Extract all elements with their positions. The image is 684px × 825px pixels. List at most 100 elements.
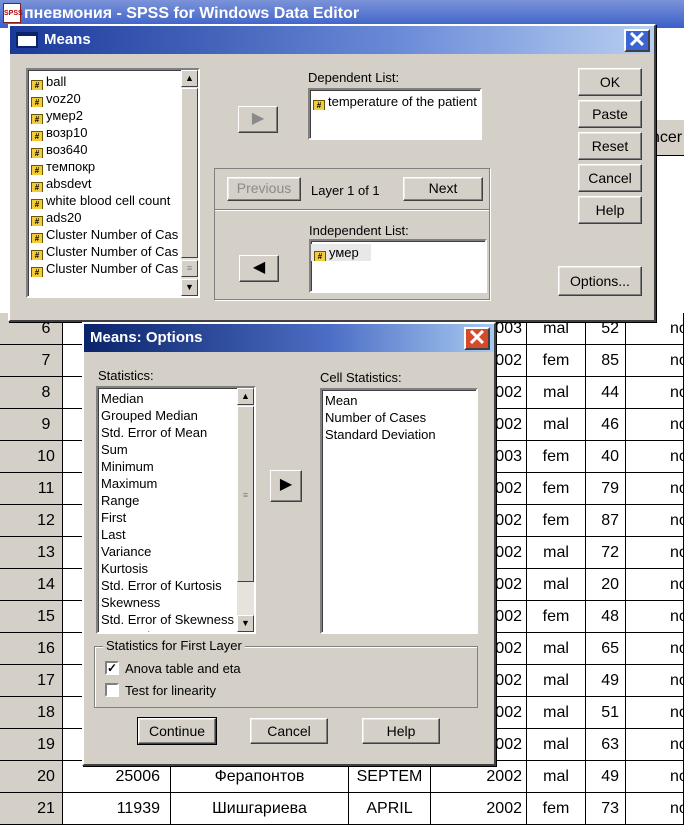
row-number[interactable]: 21 [0,793,63,824]
ok-button[interactable]: OK [578,68,642,96]
dependent-item[interactable]: # temperature of the patient [310,93,480,110]
scroll-grip-icon[interactable]: ≡ [181,260,198,277]
table-cell[interactable]: mal [527,569,586,600]
statistic-item[interactable]: Std. Error of Kurtosis [98,577,237,594]
table-cell[interactable]: 49 [586,665,626,696]
variable-item[interactable]: # absdevt [28,175,181,192]
row-number[interactable]: 15 [0,601,63,632]
table-cell[interactable]: APRIL [349,793,431,824]
variable-item[interactable]: # темпокр [28,158,181,175]
help-button[interactable]: Help [578,196,642,224]
statistic-item[interactable]: Sum [98,441,237,458]
options-cancel-button[interactable]: Cancel [250,718,328,744]
table-cell[interactable]: mal [527,409,586,440]
row-number[interactable]: 19 [0,729,63,760]
table-cell[interactable]: 20 [586,569,626,600]
statistic-item[interactable]: First [98,509,237,526]
statistic-item[interactable]: Range [98,492,237,509]
row-number[interactable]: 12 [0,505,63,536]
statistic-item[interactable]: Maximum [98,475,237,492]
cell-statistics-list[interactable]: Mean Number of Cases Standard Deviation [320,388,478,634]
table-cell[interactable]: fem [527,473,586,504]
cell-statistic-item[interactable]: Number of Cases [322,409,476,426]
variable-item[interactable]: # воз640 [28,141,181,158]
table-cell[interactable]: no [626,409,684,440]
move-to-cell-statistics-button[interactable]: ▶ [270,470,302,502]
table-cell[interactable]: mal [527,377,586,408]
variable-item[interactable]: # voz20 [28,90,181,107]
independent-list[interactable]: # умер [309,239,487,293]
variable-item[interactable]: # ball [28,73,181,90]
table-cell[interactable]: mal [527,665,586,696]
statistic-item[interactable]: Last [98,526,237,543]
table-cell[interactable]: mal [527,537,586,568]
anova-checkbox[interactable]: ✓ [105,661,119,675]
table-cell[interactable]: fem [527,601,586,632]
statistic-item[interactable]: Variance [98,543,237,560]
table-cell[interactable]: no [626,473,684,504]
table-cell[interactable]: no [626,505,684,536]
continue-button[interactable]: Continue [137,717,217,745]
table-cell[interactable]: 85 [586,345,626,376]
table-cell[interactable]: no [626,729,684,760]
table-cell[interactable]: mal [527,729,586,760]
statistic-item[interactable]: Kurtosis [98,560,237,577]
scroll-up-icon[interactable]: ▲ [181,70,198,87]
scroll-thumb[interactable] [181,88,198,258]
table-cell[interactable]: 46 [586,409,626,440]
next-button[interactable]: Next [403,177,483,201]
table-cell[interactable]: mal [527,633,586,664]
table-cell[interactable]: 79 [586,473,626,504]
statistic-item[interactable]: Harmonic Mean [98,628,237,632]
variable-item[interactable]: # white blood cell count [28,192,181,209]
table-cell[interactable]: 48 [586,601,626,632]
statistics-list-scrollbar[interactable]: ▲ ≡ ▼ [237,388,254,632]
paste-button[interactable]: Paste [578,100,642,128]
table-cell[interactable]: no [626,441,684,472]
table-cell[interactable]: 51 [586,697,626,728]
variable-item[interactable]: # Cluster Number of Cas [28,260,181,277]
table-cell[interactable]: no [626,345,684,376]
row-number[interactable]: 16 [0,633,63,664]
row-number[interactable]: 9 [0,409,63,440]
scroll-grip-icon[interactable]: ≡ [237,406,254,582]
table-cell[interactable]: no [626,537,684,568]
statistic-item[interactable]: Skewness [98,594,237,611]
table-cell[interactable]: 87 [586,505,626,536]
options-help-button[interactable]: Help [362,718,440,744]
row-number[interactable]: 17 [0,665,63,696]
move-to-dependent-button[interactable]: ▶ [238,106,278,133]
table-cell[interactable]: 73 [586,793,626,824]
table-cell[interactable]: mal [527,761,586,792]
table-cell[interactable]: 65 [586,633,626,664]
table-cell[interactable]: no [626,601,684,632]
cell-statistic-item[interactable]: Standard Deviation [322,426,476,443]
table-cell[interactable]: no [626,761,684,792]
independent-item[interactable]: # умер [311,244,371,261]
variable-item[interactable]: # Cluster Number of Cas [28,226,181,243]
row-number[interactable]: 11 [0,473,63,504]
table-cell[interactable]: no [626,633,684,664]
table-cell[interactable]: mal [527,697,586,728]
close-icon[interactable]: ✕ [624,29,650,52]
move-to-independent-button[interactable]: ◀ [239,255,279,282]
close-icon[interactable]: ✕ [464,327,490,350]
table-cell[interactable]: Шишгариева [171,793,349,824]
previous-button[interactable]: Previous [227,177,301,201]
row-number[interactable]: 18 [0,697,63,728]
variable-item[interactable]: # ads20 [28,209,181,226]
table-cell[interactable]: 40 [586,441,626,472]
statistic-item[interactable]: Grouped Median [98,407,237,424]
table-cell[interactable]: fem [527,345,586,376]
table-cell[interactable]: fem [527,441,586,472]
cancel-button[interactable]: Cancel [578,164,642,192]
row-number[interactable]: 10 [0,441,63,472]
reset-button[interactable]: Reset [578,132,642,160]
row-number[interactable]: 14 [0,569,63,600]
variable-item[interactable]: # умер2 [28,107,181,124]
table-cell[interactable]: 63 [586,729,626,760]
variable-item[interactable]: # Cluster Number of Cas [28,243,181,260]
row-number[interactable]: 20 [0,761,63,792]
statistics-list[interactable]: Median Grouped Median Std. Error of Mean Su… [96,386,256,634]
table-cell[interactable]: no [626,569,684,600]
